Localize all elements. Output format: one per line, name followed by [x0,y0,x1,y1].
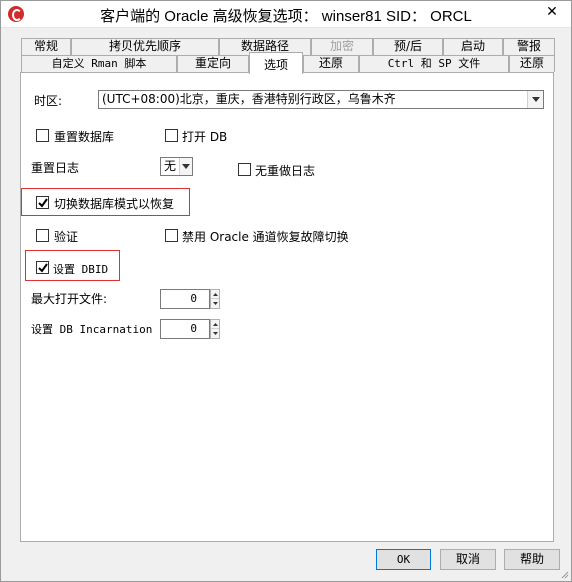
options-panel: 时区: (UTC+08:00)北京，重庆，香港特别行政区，乌鲁木齐 重置数据库 … [20,72,554,542]
ok-button[interactable]: OK [376,549,431,570]
tab-restore-2[interactable]: 还原 [509,55,555,72]
set-incarnation-label: 设置 DB Incarnation [31,323,153,336]
disable-failover-label: 禁用 Oracle 通道恢复故障切换 [182,230,349,244]
disable-failover-checkbox[interactable] [165,229,178,242]
tab-row-2: 自定义 Rman 脚本 重定向 选项 还原 Ctrl 和 SP 文件 还原 [1,52,571,74]
set-dbid-checkbox[interactable] [36,261,49,274]
tab-pre-post[interactable]: 预/后 [373,38,443,55]
tab-startup[interactable]: 启动 [443,38,503,55]
tab-custom-rman-script[interactable]: 自定义 Rman 脚本 [21,55,177,72]
cancel-button[interactable]: 取消 [440,549,496,570]
arrow-up-icon[interactable] [211,290,219,299]
reset-database-checkbox[interactable] [36,129,49,142]
help-button[interactable]: 帮助 [504,549,560,570]
title-bar[interactable]: 客户端的 Oracle 高级恢复选项： winser81 SID： ORCL ✕ [1,1,571,28]
max-open-files-input[interactable]: 0 [160,289,210,309]
validate-checkbox[interactable] [36,229,49,242]
set-incarnation-stepper[interactable] [210,319,220,339]
tab-redirect[interactable]: 重定向 [177,55,249,72]
checkmark-icon [38,198,48,208]
timezone-select[interactable]: (UTC+08:00)北京，重庆，香港特别行政区，乌鲁木齐 [98,90,544,109]
window-title: 客户端的 Oracle 高级恢复选项： winser81 SID： ORCL [100,8,472,25]
close-button[interactable]: ✕ [537,1,567,23]
set-incarnation-input[interactable]: 0 [160,319,210,339]
timezone-value: (UTC+08:00)北京，重庆，香港特别行政区，乌鲁木齐 [102,92,396,106]
switch-db-mode-checkbox[interactable] [36,196,49,209]
tab-ctrl-sp-files-label: Ctrl 和 SP 文件 [387,57,481,70]
reset-logs-value: 无 [164,159,177,173]
chevron-down-icon[interactable] [527,91,543,108]
reset-database-label: 重置数据库 [54,130,115,144]
arrow-down-icon[interactable] [211,329,219,338]
no-redo-logs-checkbox[interactable] [238,163,251,176]
tab-encryption: 加密 [311,38,373,55]
open-db-label: 打开 DB [182,130,228,144]
timezone-label: 时区: [34,94,63,108]
reset-logs-label: 重置日志 [31,161,80,175]
tab-ctrl-sp-files[interactable]: Ctrl 和 SP 文件 [359,55,509,72]
arrow-up-icon[interactable] [211,320,219,329]
tab-restore[interactable]: 还原 [303,55,359,72]
arrow-down-icon[interactable] [211,299,219,308]
chevron-down-icon[interactable] [179,158,192,175]
max-open-files-label: 最大打开文件: [31,292,108,306]
max-open-files-stepper[interactable] [210,289,220,309]
open-db-checkbox[interactable] [165,129,178,142]
set-dbid-label: 设置 DBID [53,263,109,276]
tab-copy-precedence[interactable]: 拷贝优先顺序 [71,38,219,55]
no-redo-logs-label: 无重做日志 [255,164,316,178]
tab-alert[interactable]: 警报 [503,38,555,55]
checkmark-icon [38,263,48,273]
dialog-window: 客户端的 Oracle 高级恢复选项： winser81 SID： ORCL ✕… [0,0,572,582]
tab-options[interactable]: 选项 [249,52,303,74]
tab-general[interactable]: 常规 [21,38,71,55]
resize-grip-icon[interactable] [559,569,569,579]
reset-logs-select[interactable]: 无 [160,157,193,176]
tab-custom-rman-script-label: 自定义 Rman 脚本 [51,57,147,70]
validate-label: 验证 [54,230,79,244]
switch-db-mode-label: 切换数据库模式以恢复 [54,197,175,211]
